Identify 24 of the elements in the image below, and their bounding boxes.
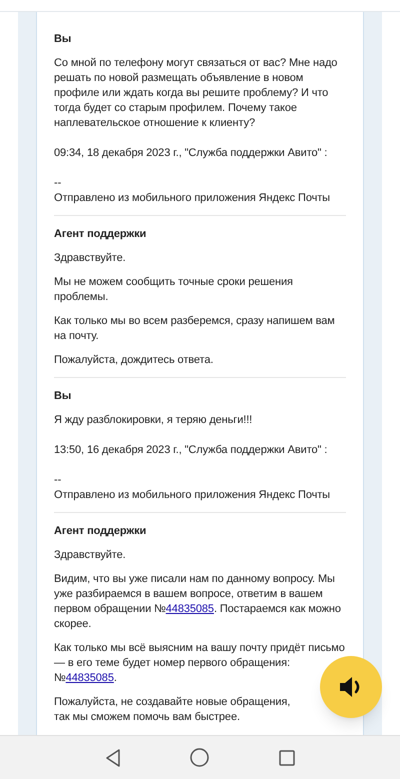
message-text: Отправлено из мобильного приложения Яндекс Почты bbox=[54, 191, 331, 206]
message-text: Пожалуйста, не создавайте новые обращения, так мы сможем помочь вам быстрее. bbox=[54, 695, 292, 725]
message-text: Пожалуйста, дождитесь ответа. bbox=[54, 353, 214, 368]
message-text: Я жду разблокировки, я теряю деньги!!! bbox=[54, 413, 254, 428]
recents-icon[interactable] bbox=[279, 750, 296, 766]
ticket-link[interactable]: 44835085 bbox=[66, 672, 114, 684]
ticket-link[interactable]: 44835085 bbox=[166, 603, 214, 615]
message-text: -- bbox=[54, 176, 62, 191]
home-icon[interactable] bbox=[190, 748, 210, 767]
author-name: Вы bbox=[54, 32, 72, 47]
author-name: Вы bbox=[54, 389, 72, 404]
message-text: Здравствуйте. bbox=[54, 548, 127, 563]
author-name: Агент поддержки bbox=[54, 524, 148, 539]
message-text: Здравствуйте. bbox=[54, 251, 127, 266]
message-text: -- bbox=[54, 473, 62, 488]
back-icon[interactable] bbox=[104, 748, 121, 766]
message-text: Со мной по телефону могут связаться от вас? Мне надо решать по новой размещать объявление в новом профиле или ждать когда вы решите проблему? И что тогда будет со старым профилем. Почему такое наплевательское отношение к клиенту? bbox=[54, 56, 338, 131]
author-name: Агент поддержки bbox=[54, 227, 148, 242]
message-text: Видим, что вы уже писали нам по данному вопросу. Мы уже разбираемся в вашем вопросе, ответим в вашем первом обращении №44835085. Постараемся как можно скорее. bbox=[54, 572, 342, 632]
message-text: Мы не можем сообщить точные сроки решения проблемы. bbox=[54, 275, 294, 305]
message-text: 09:34, 18 декабря 2023 г., "Служба поддержки Авито" : bbox=[54, 146, 328, 161]
message-text: Как только мы во всем разберемся, сразу напишем вам на почту. bbox=[54, 314, 336, 344]
message-text: Отправлено из мобильного приложения Яндекс Почты bbox=[54, 488, 331, 503]
message-text: 13:50, 16 декабря 2023 г., "Служба поддержки Авито" : bbox=[54, 443, 328, 458]
